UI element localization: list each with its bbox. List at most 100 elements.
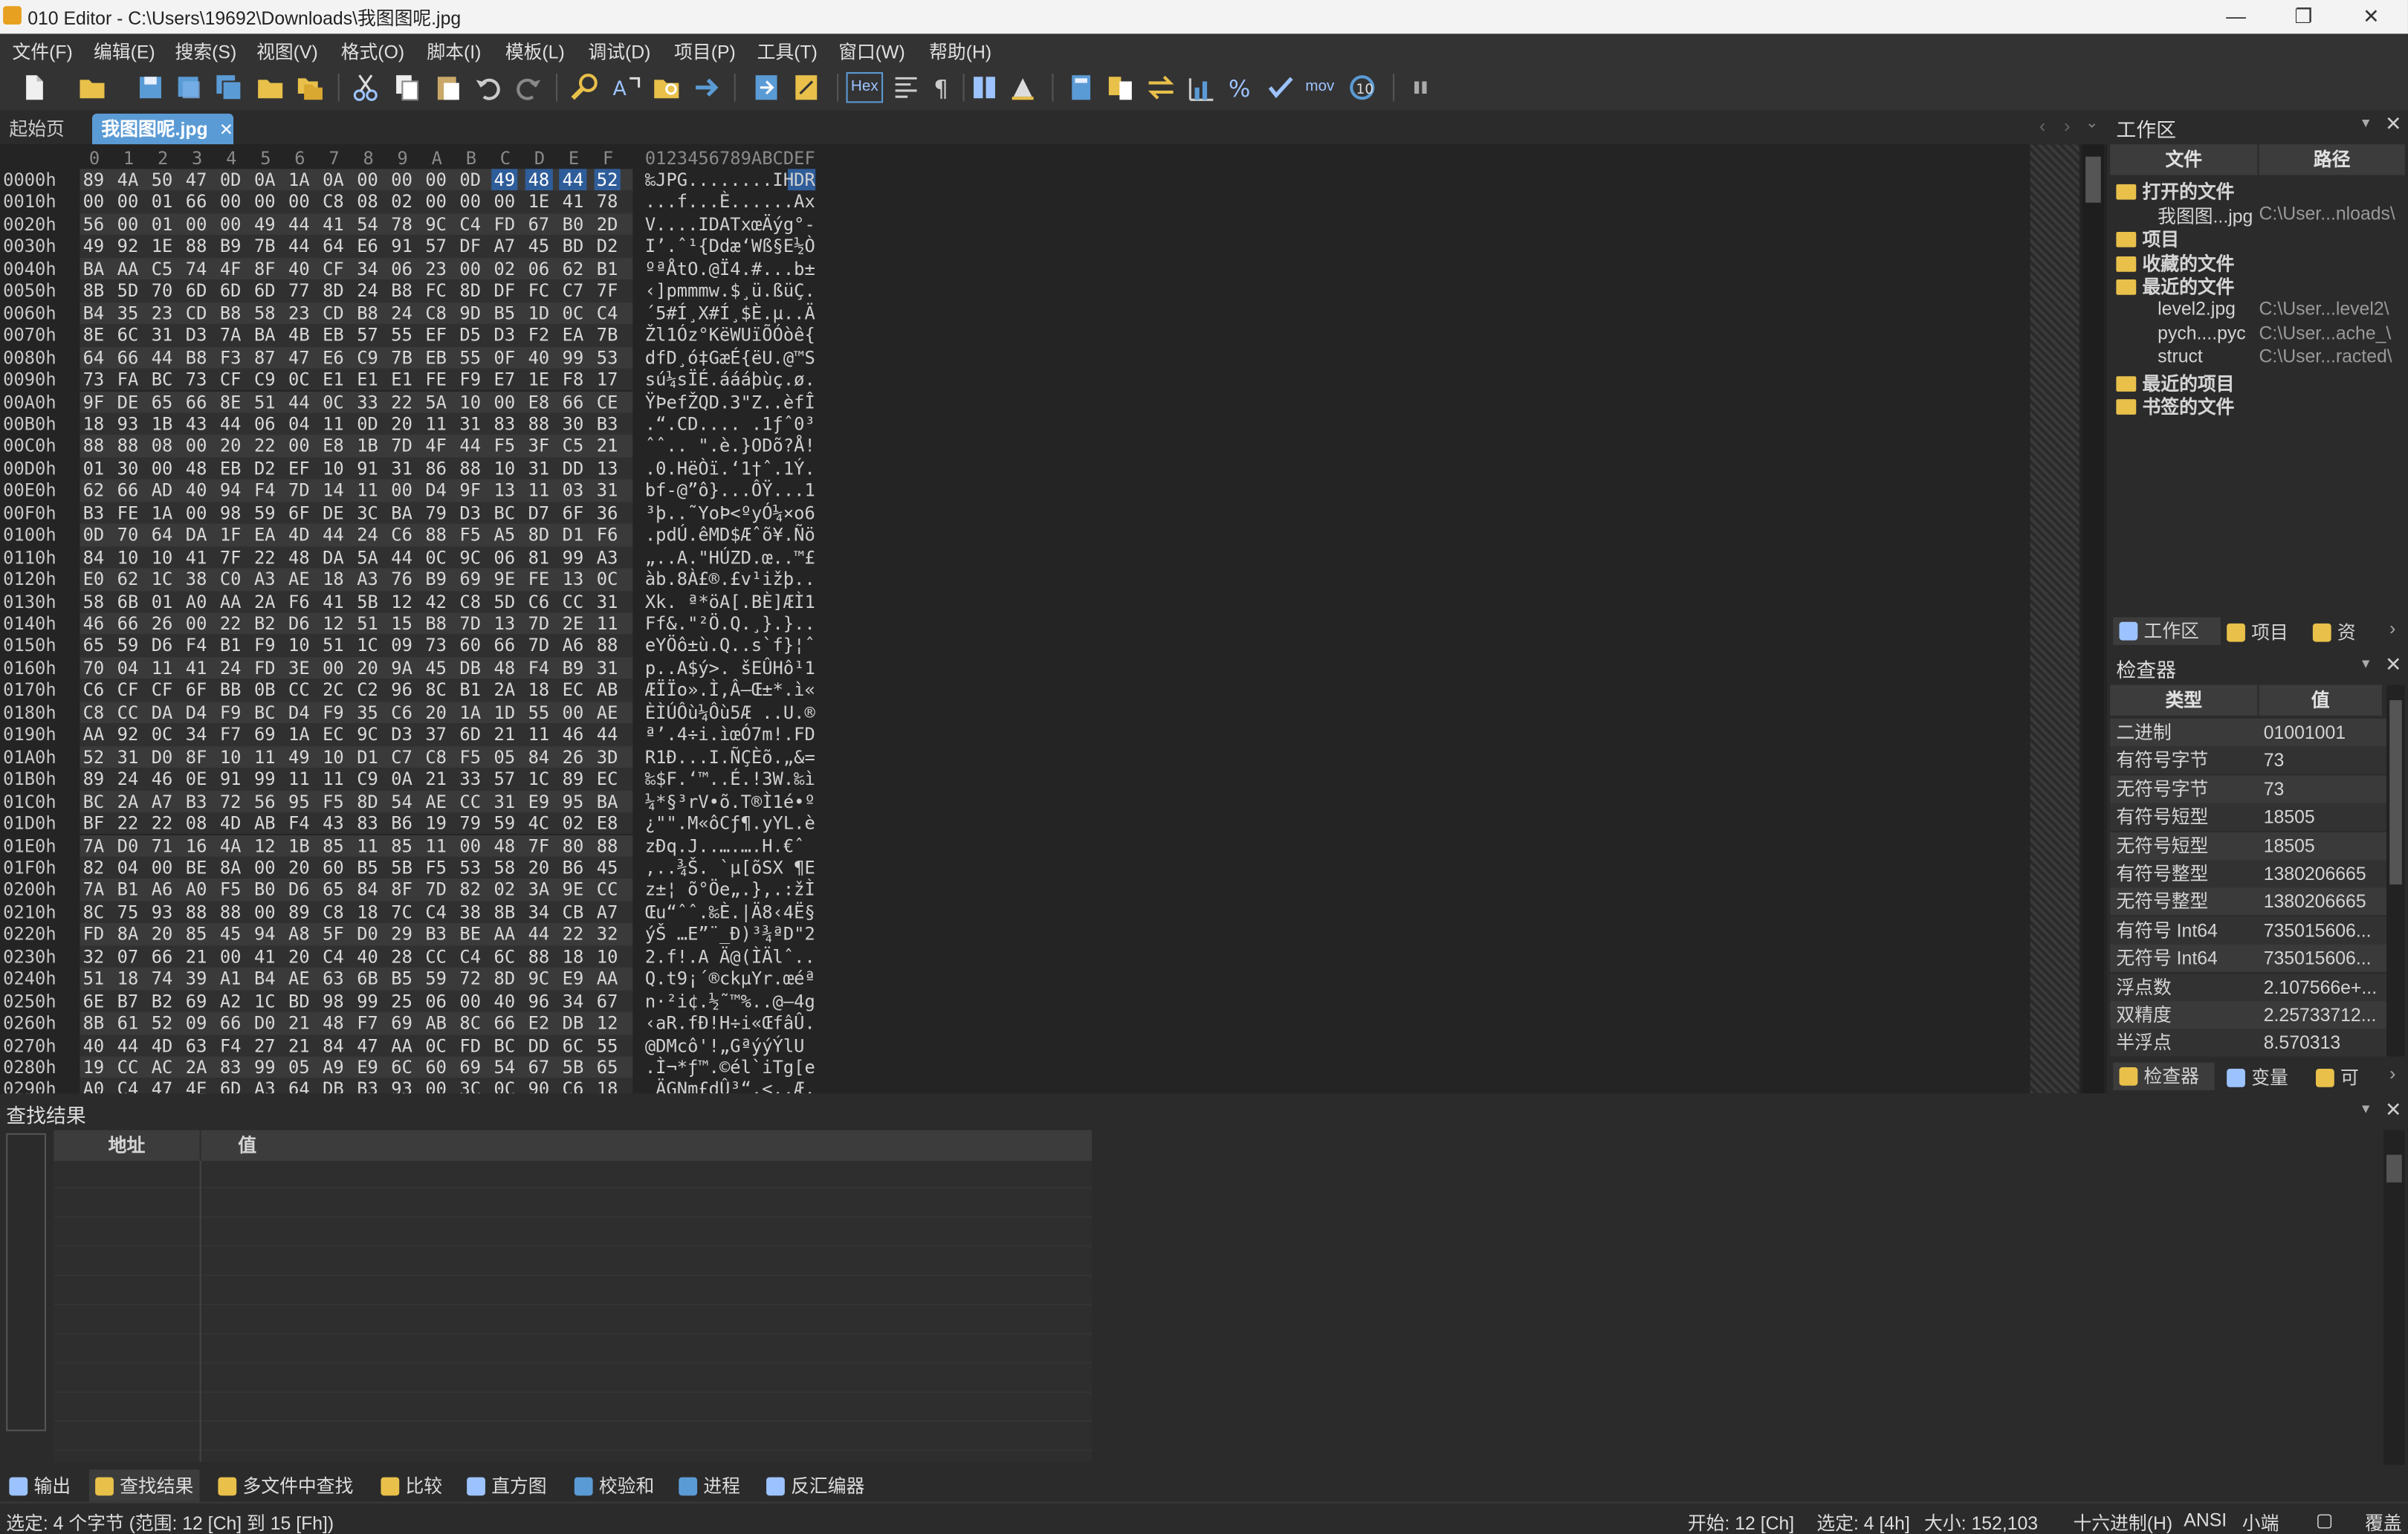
hex-byte[interactable]: 99 — [560, 546, 587, 568]
hex-byte[interactable]: 5B — [560, 1056, 587, 1078]
hex-byte[interactable]: 43 — [320, 812, 347, 834]
hex-byte[interactable]: 66 — [217, 1012, 245, 1034]
hex-byte[interactable]: 44 — [525, 923, 552, 945]
hex-byte[interactable]: A7 — [594, 901, 621, 922]
hex-byte[interactable]: DD — [525, 1035, 552, 1056]
hex-byte[interactable]: 55 — [594, 1035, 621, 1056]
workspace-file-item[interactable]: level2.jpg — [2158, 298, 2236, 320]
hex-byte[interactable]: 76 — [388, 569, 415, 590]
hex-byte[interactable]: A0 — [80, 1078, 107, 1093]
hex-byte[interactable]: AA — [491, 923, 518, 945]
save-as-icon[interactable] — [173, 72, 204, 103]
hex-byte[interactable]: C4 — [456, 213, 484, 235]
ascii-text[interactable]: I’.ˆ¹{DdæʻWß§E½Ò — [645, 236, 815, 257]
hex-byte[interactable]: 22 — [149, 812, 176, 834]
hex-byte[interactable]: CE — [594, 391, 621, 412]
hex-byte[interactable]: 8D — [456, 280, 484, 302]
copy-icon[interactable] — [392, 72, 422, 103]
ascii-text[interactable]: p..A$ý>. šEÛHô¹1 — [645, 657, 815, 679]
hex-byte[interactable]: 64 — [149, 524, 176, 546]
hex-byte[interactable]: 09 — [183, 1012, 210, 1034]
workspace-group[interactable]: 最近的项目 — [2116, 370, 2234, 396]
hex-byte[interactable]: 9C — [422, 213, 450, 235]
hex-byte[interactable]: DD — [560, 457, 587, 479]
hex-byte[interactable]: F4 — [285, 812, 313, 834]
inspector-row[interactable]: 无符号整型 1380206665 — [2110, 888, 2387, 916]
ascii-text[interactable]: zÐq.J..….….H.€ˆ — [645, 835, 805, 856]
hex-byte[interactable]: 8C — [80, 901, 107, 922]
hex-byte[interactable]: 5A — [422, 391, 450, 412]
hex-byte[interactable]: 77 — [285, 280, 313, 302]
scrollbar-thumb[interactable] — [2389, 700, 2402, 885]
menu-search[interactable]: 搜索(S) — [175, 39, 237, 65]
hex-byte[interactable]: 06 — [251, 413, 279, 435]
hex-byte[interactable]: 6F — [285, 502, 313, 523]
hex-byte[interactable]: C5 — [560, 436, 587, 457]
hex-byte[interactable]: 84 — [525, 745, 552, 767]
hex-byte[interactable]: 44 — [388, 546, 415, 568]
hex-byte[interactable]: 83 — [491, 413, 518, 435]
hex-byte[interactable]: B3 — [354, 1078, 381, 1093]
hex-byte[interactable]: 00 — [320, 657, 347, 679]
find-in-files-icon[interactable] — [651, 72, 682, 103]
tab-process[interactable]: 进程 — [679, 1472, 740, 1498]
hex-byte[interactable]: 93 — [149, 901, 176, 922]
hex-byte[interactable]: 00 — [388, 479, 415, 501]
endian-icon[interactable]: 10 — [1347, 72, 1377, 103]
hex-byte[interactable]: 0C — [560, 302, 587, 323]
hex-byte[interactable]: 0C — [422, 1035, 450, 1056]
hex-byte[interactable]: F9 — [320, 702, 347, 723]
hex-byte[interactable]: 63 — [183, 1035, 210, 1056]
hex-byte[interactable]: E6 — [354, 236, 381, 257]
hex-byte[interactable]: FC — [422, 280, 450, 302]
hex-byte[interactable]: 79 — [456, 812, 484, 834]
hex-byte[interactable]: 18 — [80, 413, 107, 435]
hex-byte[interactable]: AD — [149, 479, 176, 501]
hex-byte[interactable]: A0 — [183, 879, 210, 901]
hex-byte[interactable]: B3 — [422, 923, 450, 945]
hex-byte[interactable]: 64 — [80, 346, 107, 368]
hex-byte[interactable]: 54 — [491, 1056, 518, 1078]
hex-byte[interactable]: 6D — [183, 280, 210, 302]
tab-disassembler[interactable]: 反汇编器 — [766, 1472, 864, 1498]
hex-byte[interactable]: 46 — [560, 724, 587, 745]
hex-byte[interactable]: 88 — [594, 835, 621, 856]
menu-edit[interactable]: 编辑(E) — [94, 39, 155, 65]
hex-byte[interactable]: 59 — [422, 968, 450, 989]
hex-byte[interactable]: C6 — [388, 702, 415, 723]
hex-byte[interactable]: 7F — [525, 835, 552, 856]
hex-byte[interactable]: 41 — [183, 657, 210, 679]
hex-byte[interactable]: 78 — [594, 191, 621, 213]
hex-byte[interactable]: 99 — [251, 1056, 279, 1078]
find-col-value[interactable]: 值 — [201, 1130, 1093, 1161]
hex-byte[interactable]: 24 — [388, 302, 415, 323]
hex-byte[interactable]: 06 — [491, 546, 518, 568]
hex-byte[interactable]: CF — [320, 258, 347, 279]
calculator-icon[interactable] — [1066, 72, 1096, 103]
hex-byte[interactable]: CC — [456, 790, 484, 812]
hex-editor[interactable]: 0 1 2 3 4 5 6 7 8 9 A B C D E F 0123456789ABCDEF 0000h 89… — [0, 144, 2107, 1094]
hex-byte[interactable]: 00 — [183, 612, 210, 634]
hex-byte[interactable]: 1C — [525, 768, 552, 789]
hex-byte[interactable]: AB — [422, 1012, 450, 1034]
hex-byte[interactable]: 10 — [114, 546, 142, 568]
hex-byte[interactable]: 67 — [594, 990, 621, 1012]
hex-byte[interactable]: E9 — [354, 1056, 381, 1078]
hex-byte[interactable]: 00 — [285, 191, 313, 213]
percent-icon[interactable]: % — [1226, 72, 1256, 103]
hex-byte[interactable]: 99 — [354, 990, 381, 1012]
hex-byte[interactable]: 44 — [285, 236, 313, 257]
ascii-text[interactable]: ´5#Í¸X#Í¸$È.µ..Ä — [645, 302, 815, 323]
ascii-text[interactable]: 2.f!.A Ä@(ÌÄlˆ.. — [645, 945, 815, 967]
hex-byte[interactable]: 08 — [183, 812, 210, 834]
hex-byte[interactable]: 49 — [80, 236, 107, 257]
hex-byte[interactable]: 89 — [285, 901, 313, 922]
status-endian[interactable]: 小端 — [2242, 1509, 2279, 1534]
hex-byte[interactable]: 18 — [320, 569, 347, 590]
hex-byte[interactable]: 12 — [251, 835, 279, 856]
hex-byte[interactable]: 20 — [285, 857, 313, 878]
hex-byte[interactable]: 78 — [388, 213, 415, 235]
hex-byte[interactable]: 65 — [149, 391, 176, 412]
hex-byte[interactable]: CC — [422, 945, 450, 967]
hex-byte[interactable]: 3A — [525, 879, 552, 901]
